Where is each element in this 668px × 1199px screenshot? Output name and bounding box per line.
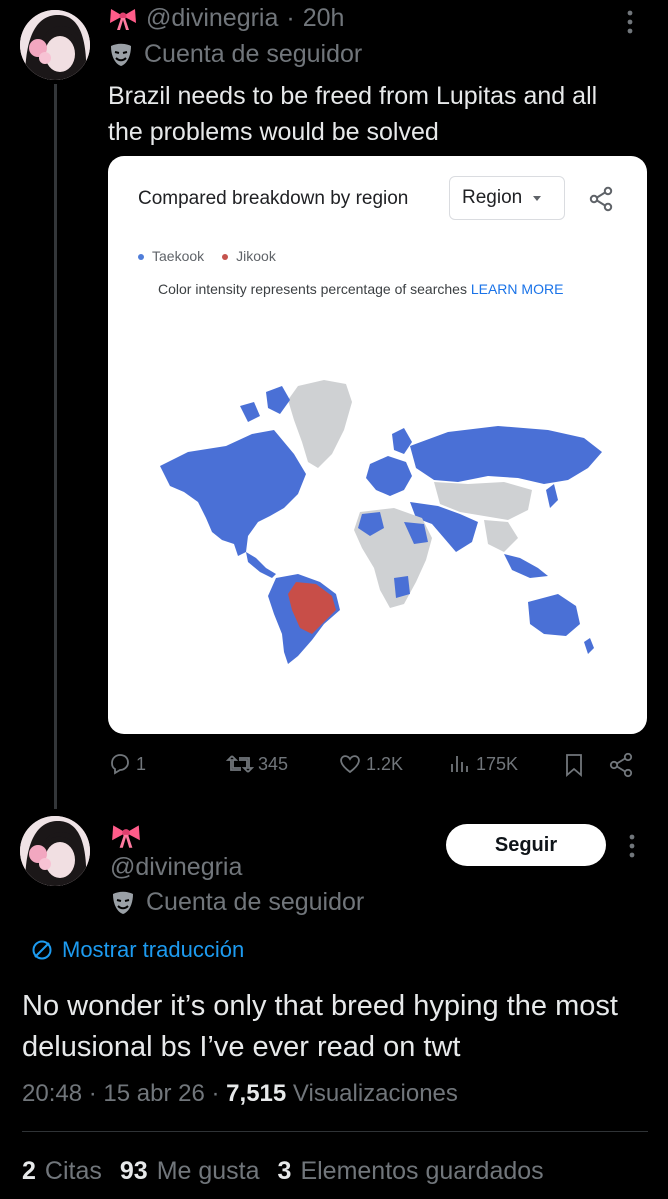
like-button[interactable]: 1.2K	[338, 752, 403, 776]
share-post-icon	[609, 752, 633, 778]
thread-line	[54, 84, 57, 809]
legend-jikook: Jikook	[222, 248, 276, 264]
theater-mask-icon	[110, 890, 136, 916]
heart-icon	[340, 755, 360, 774]
legend-taekook: Taekook	[138, 248, 204, 264]
post-text: Brazil needs to be freed from Lupitas an…	[108, 82, 598, 146]
post-time[interactable]: 20:48	[22, 1080, 82, 1107]
bookmark-icon	[566, 754, 582, 777]
bookmarks-stat[interactable]: 3 Elementos guardados	[278, 1157, 544, 1186]
main-post-text: No wonder it’s only that breed hyping th…	[22, 990, 618, 1063]
views-count: 7,515	[226, 1080, 287, 1107]
region-dropdown: Region	[449, 176, 565, 220]
separator-dot: ·	[211, 1080, 220, 1107]
share-icon	[588, 186, 614, 217]
likes-count: 93	[119, 1157, 148, 1185]
likes-stat[interactable]: 93 Me gusta	[120, 1157, 260, 1186]
more-options-icon[interactable]	[622, 832, 642, 867]
share-post-button[interactable]	[608, 752, 634, 778]
region-dropdown-label: Region	[462, 187, 523, 208]
avatar-image	[20, 10, 90, 80]
separator-dot: ·	[88, 1080, 97, 1107]
like-count: 1.2K	[366, 753, 404, 774]
post-stats: 2 Citas 93 Me gusta 3 Elementos guardados	[22, 1157, 544, 1186]
repost-icon	[226, 755, 254, 773]
repost-count: 345	[258, 753, 289, 774]
post-time[interactable]: 20h	[303, 4, 345, 33]
quotes-count: 2	[22, 1157, 36, 1185]
translate-link[interactable]: Mostrar traducción	[30, 937, 244, 963]
avatar-main[interactable]	[20, 816, 90, 886]
quotes-stat[interactable]: 2 Citas	[22, 1157, 102, 1186]
ribbon-bow-icon	[108, 6, 138, 32]
post-date[interactable]: 15 abr 26	[103, 1080, 204, 1107]
legend-label: Taekook	[152, 248, 205, 264]
account-label: Cuenta de seguidor	[144, 40, 363, 68]
separator-dot: ·	[286, 4, 295, 32]
bookmark-button[interactable]	[562, 752, 586, 778]
avatar-image	[20, 816, 90, 886]
reply-icon	[111, 754, 129, 775]
views-label: Visualizaciones	[292, 1080, 458, 1107]
main-handle[interactable]: @divinegria	[110, 853, 242, 882]
world-map	[160, 380, 602, 664]
legend-dot-blue	[138, 254, 144, 261]
post-handle[interactable]: @divinegria	[146, 4, 278, 33]
intensity-note: Color intensity represents percentage of…	[158, 281, 563, 297]
likes-label: Me gusta	[156, 1157, 260, 1185]
action-bar: 1 345 1.2K 175K	[108, 752, 638, 782]
reply-count: 1	[136, 753, 147, 774]
note-text: Color intensity represents percentage of…	[158, 281, 467, 297]
legend-dot-red	[222, 254, 229, 261]
learn-more-link: LEARN MORE	[470, 281, 564, 297]
theater-mask-icon	[108, 42, 134, 68]
image-title: Compared breakdown by region	[138, 188, 409, 209]
post-metadata: 20:48 · 15 abr 26 · 7,515 Visualizacione…	[22, 1080, 458, 1108]
caret-down-icon	[532, 187, 542, 209]
bookmarks-count: 3	[277, 1157, 292, 1185]
account-label: Cuenta de seguidor	[146, 888, 365, 916]
bookmarks-label: Elementos guardados	[300, 1157, 544, 1185]
views-button[interactable]: 175K	[448, 752, 518, 776]
avatar[interactable]	[20, 10, 90, 80]
ribbon-bow-icon	[110, 822, 142, 850]
translate-label: Mostrar traducción	[62, 937, 245, 962]
more-options-icon[interactable]	[620, 8, 640, 43]
embedded-image[interactable]: Compared breakdown by region Region Taek…	[108, 156, 647, 734]
analytics-icon	[451, 756, 468, 772]
reply-button[interactable]: 1	[108, 752, 146, 776]
repost-button[interactable]: 345	[226, 752, 288, 776]
translate-icon	[32, 940, 52, 960]
divider	[22, 1131, 648, 1132]
legend-label: Jikook	[236, 248, 276, 264]
follow-button[interactable]: Seguir	[446, 824, 606, 866]
quotes-label: Citas	[44, 1157, 102, 1185]
views-count: 175K	[476, 753, 519, 774]
